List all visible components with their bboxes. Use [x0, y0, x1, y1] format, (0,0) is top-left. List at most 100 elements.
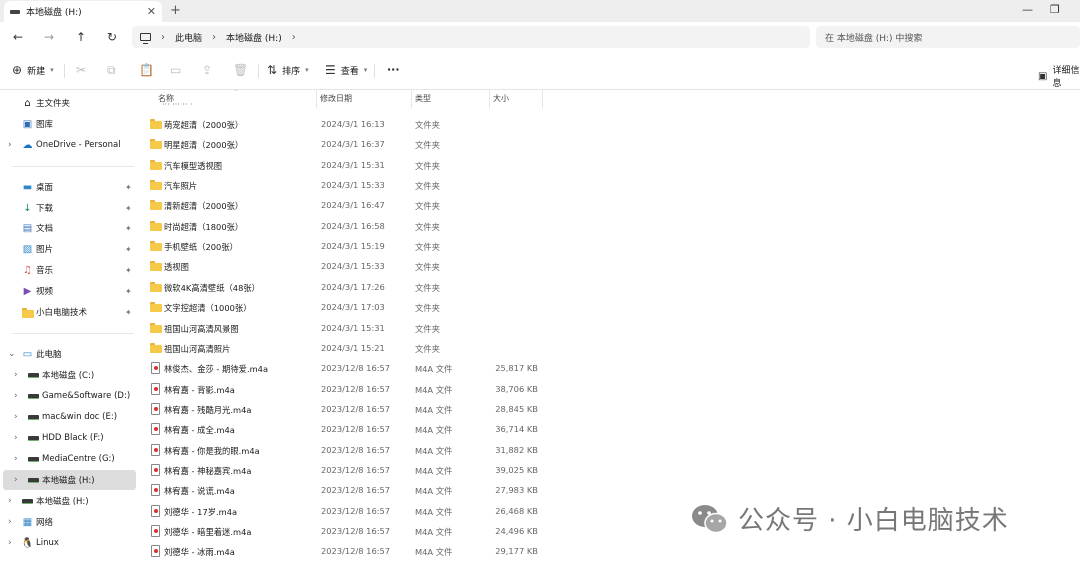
column-resize-handle[interactable]: [542, 90, 543, 108]
up-button[interactable]: ↑: [72, 28, 90, 46]
share-button[interactable]: ⇪: [202, 63, 212, 77]
file-row[interactable]: 林宥嘉 - 说谎.m4a 2023/12/8 16:57 M4A 文件 27,983 …: [138, 480, 1080, 500]
sidebar-item-drive-e[interactable]: › mac&win doc (E:): [0, 407, 138, 427]
new-button[interactable]: ⊕ 新建 ▾: [12, 63, 54, 77]
file-row[interactable]: 明星超清（2000张） 2024/3/1 16:37 文件夹: [138, 134, 1080, 154]
folder-icon: [150, 302, 162, 313]
address-bar[interactable]: › 此电脑 › 本地磁盘 (H:) ›: [132, 26, 810, 48]
breadcrumb-local-disk-h[interactable]: 本地磁盘 (H:): [226, 31, 282, 44]
file-row[interactable]: 林宥嘉 - 残酷月光.m4a 2023/12/8 16:57 M4A 文件 28,84…: [138, 399, 1080, 419]
search-input[interactable]: 在 本地磁盘 (H:) 中搜索: [816, 26, 1080, 48]
file-row[interactable]: 林宥嘉 - 神秘嘉宾.m4a 2023/12/8 16:57 M4A 文件 39,02…: [138, 460, 1080, 480]
view-button[interactable]: ☰ 查看 ▾: [325, 63, 367, 77]
sidebar-item-drive-h-root[interactable]: › 本地磁盘 (H:): [0, 491, 138, 511]
file-row[interactable]: 祖国山河高清风景图 2024/3/1 15:31 文件夹: [138, 318, 1080, 338]
minimize-button[interactable]: —: [1022, 3, 1033, 16]
file-row[interactable]: 刘德华 - 冰雨.m4a 2023/12/8 16:57 M4A 文件 29,177 …: [138, 541, 1080, 561]
chevron-right-icon[interactable]: ›: [8, 517, 12, 527]
details-pane-button[interactable]: ▣ 详细信息: [1038, 63, 1080, 89]
chevron-right-icon[interactable]: ›: [8, 538, 12, 548]
sidebar-item-this-pc[interactable]: ⌄ ▭ 此电脑: [0, 344, 138, 364]
sidebar-item-xiaobai[interactable]: 小白电脑技术 ✦: [0, 302, 138, 322]
chevron-right-icon[interactable]: ›: [14, 370, 18, 380]
more-label: ···: [387, 63, 400, 76]
cut-button[interactable]: ✂: [76, 63, 86, 77]
sidebar-item-network[interactable]: › ▦ 网络: [0, 512, 138, 532]
sidebar-item-label: 本地磁盘 (C:): [42, 371, 95, 381]
file-row[interactable]: 林宥嘉 - 你是我的眼.m4a 2023/12/8 16:57 M4A 文件 31,8…: [138, 440, 1080, 460]
sidebar-item-home[interactable]: ⌂ 主文件夹: [0, 93, 138, 113]
file-row[interactable]: 祖国山河高清照片 2024/3/1 15:21 文件夹: [138, 338, 1080, 358]
chevron-right-icon[interactable]: ›: [8, 140, 12, 150]
view-label: 查看: [340, 66, 359, 77]
copy-button[interactable]: ⧉: [107, 63, 116, 78]
sidebar-item-downloads[interactable]: ↓ 下载 ✦: [0, 198, 138, 218]
sidebar-item-drive-h[interactable]: › 本地磁盘 (H:): [3, 470, 136, 490]
new-tab-button[interactable]: +: [170, 3, 181, 18]
file-date: 2024/3/1 15:33: [321, 261, 385, 272]
chevron-right-icon[interactable]: ›: [14, 475, 18, 485]
chevron-right-icon[interactable]: ›: [14, 391, 18, 401]
column-date[interactable]: 修改日期: [320, 93, 352, 104]
sidebar-item-videos[interactable]: ▶ 视频 ✦: [0, 281, 138, 301]
file-row[interactable]: 时尚超清（1800张） 2024/3/1 16:58 文件夹: [138, 216, 1080, 236]
close-tab-icon[interactable]: ✕: [147, 5, 156, 18]
partially-hidden-row: ··· ··· ·· ·: [162, 100, 193, 109]
file-row[interactable]: 萌宠超清（2000张） 2024/3/1 16:13 文件夹: [138, 114, 1080, 134]
folder-icon: [150, 220, 162, 231]
refresh-button[interactable]: ↻: [103, 28, 121, 46]
scissors-icon: ✂: [76, 63, 87, 77]
delete-button[interactable]: 🗑: [233, 63, 248, 77]
audio-file-icon: [151, 484, 160, 497]
sidebar-item-pictures[interactable]: ▨ 图片 ✦: [0, 239, 138, 259]
sidebar-item-drive-c[interactable]: › 本地磁盘 (C:): [0, 365, 138, 385]
column-resize-handle[interactable]: [316, 90, 317, 108]
sidebar-item-music[interactable]: ♫ 音乐 ✦: [0, 260, 138, 280]
sidebar-item-label: 下载: [36, 204, 54, 214]
sidebar-item-desktop[interactable]: ▬ 桌面 ✦: [0, 177, 138, 197]
rename-button[interactable]: ▭: [170, 63, 181, 77]
chevron-right-icon[interactable]: ›: [292, 32, 296, 43]
file-row[interactable]: 林宥嘉 - 背影.m4a 2023/12/8 16:57 M4A 文件 38,706 …: [138, 379, 1080, 399]
file-row[interactable]: 透视图 2024/3/1 15:33 文件夹: [138, 256, 1080, 276]
breadcrumb-this-pc[interactable]: 此电脑: [175, 31, 202, 44]
sidebar-item-drive-g[interactable]: › MediaCentre (G:): [0, 449, 138, 469]
file-row[interactable]: 汽车模型透视图 2024/3/1 15:31 文件夹: [138, 155, 1080, 175]
chevron-down-icon[interactable]: ⌄: [8, 349, 16, 359]
chevron-right-icon[interactable]: ›: [14, 412, 18, 422]
chevron-right-icon[interactable]: ›: [14, 433, 18, 443]
forward-button[interactable]: →: [40, 28, 58, 46]
maximize-button[interactable]: ❐: [1050, 3, 1060, 16]
file-row[interactable]: 林俊杰、金莎 - 期待爱.m4a 2023/12/8 16:57 M4A 文件 25,…: [138, 358, 1080, 378]
file-row[interactable]: 手机壁纸（200张） 2024/3/1 15:19 文件夹: [138, 236, 1080, 256]
file-name: 汽车模型透视图: [164, 160, 223, 171]
paste-button[interactable]: 📋: [139, 63, 154, 77]
file-size: 36,714 KB: [495, 424, 538, 435]
file-row[interactable]: 微软4K高清壁纸（48张） 2024/3/1 17:26 文件夹: [138, 277, 1080, 297]
more-options-button[interactable]: ···: [387, 63, 400, 76]
column-resize-handle[interactable]: [489, 90, 490, 108]
file-name: 林宥嘉 - 神秘嘉宾.m4a: [164, 465, 252, 476]
chevron-right-icon[interactable]: ›: [14, 454, 18, 464]
file-row[interactable]: 林宥嘉 - 成全.m4a 2023/12/8 16:57 M4A 文件 36,714 …: [138, 419, 1080, 439]
column-resize-handle[interactable]: [411, 90, 412, 108]
back-button[interactable]: ←: [9, 28, 27, 46]
file-row[interactable]: 汽车照片 2024/3/1 15:33 文件夹: [138, 175, 1080, 195]
sidebar-item-drive-d[interactable]: › Game&Software (D:): [0, 386, 138, 406]
sidebar-item-documents[interactable]: ▤ 文档 ✦: [0, 218, 138, 238]
sort-button[interactable]: ⇅ 排序 ▾: [267, 63, 309, 77]
sidebar-item-gallery[interactable]: ▣ 图库: [0, 114, 138, 134]
document-icon: ▤: [22, 222, 33, 234]
file-row[interactable]: 文字控超清（1000张） 2024/3/1 17:03 文件夹: [138, 297, 1080, 317]
file-row[interactable]: 清新超清（2000张） 2024/3/1 16:47 文件夹: [138, 195, 1080, 215]
sidebar-item-onedrive[interactable]: › ☁ OneDrive - Personal: [0, 135, 138, 155]
drive-icon: [28, 412, 39, 423]
tab-local-disk-h[interactable]: 本地磁盘 (H:) ✕: [4, 1, 162, 22]
chevron-right-icon[interactable]: ›: [8, 496, 12, 506]
column-size[interactable]: 大小: [493, 93, 509, 104]
column-type[interactable]: 类型: [415, 93, 431, 104]
chevron-down-icon: ▾: [305, 66, 309, 74]
pin-icon: ✦: [125, 244, 132, 254]
sidebar-item-linux[interactable]: › 🐧 Linux: [0, 533, 138, 553]
sidebar-item-drive-f[interactable]: › HDD Black (F:): [0, 428, 138, 448]
